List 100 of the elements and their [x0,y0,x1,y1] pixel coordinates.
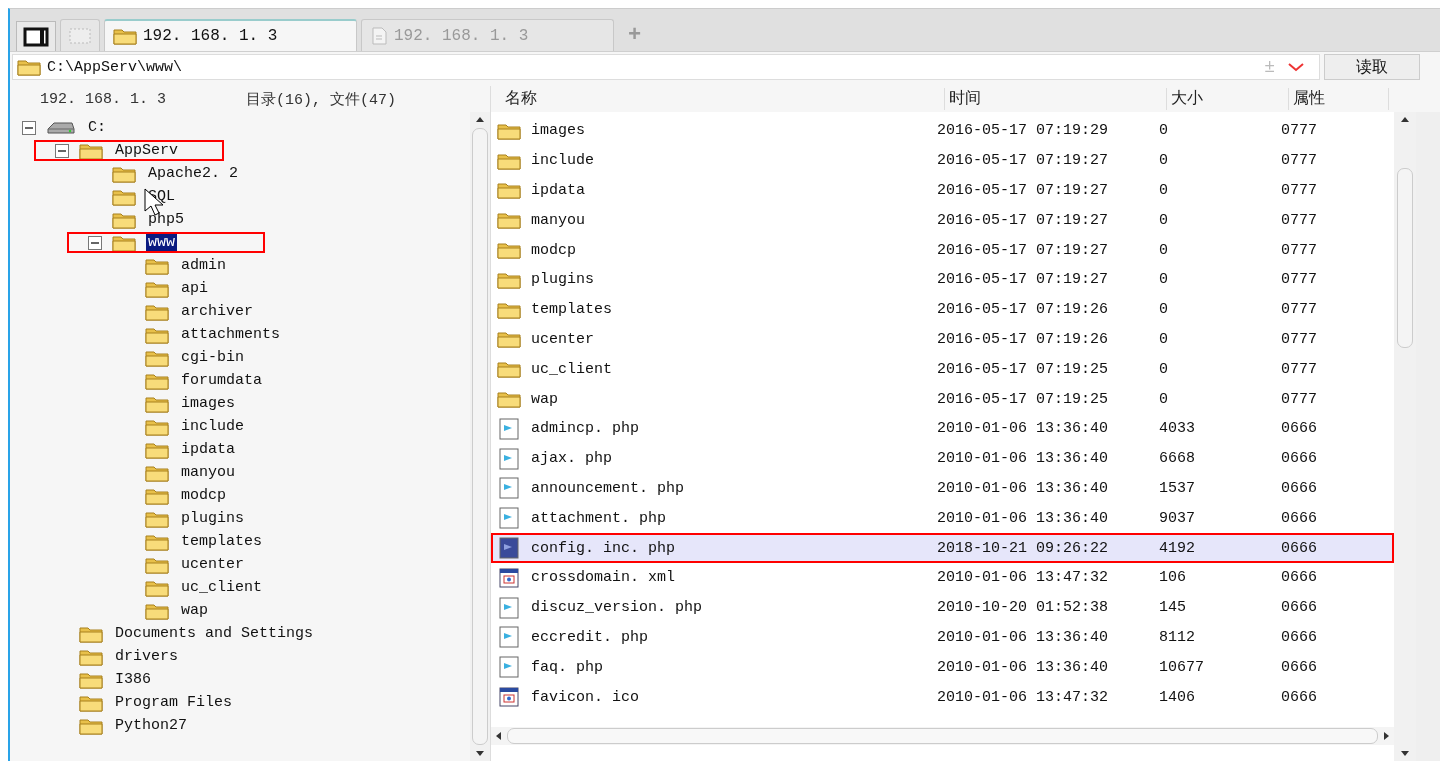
script-file-icon [497,477,521,500]
tree-item[interactable]: plugins [179,510,246,527]
web-file-icon [497,566,521,589]
script-file-icon [497,656,521,679]
file-row[interactable]: manyou 2016-05-17 07:19:27 0 0777 [491,205,1394,236]
address-field[interactable]: C:\AppServ\www\ ± [12,54,1320,80]
file-name: wap [531,390,558,408]
file-name: admincp. php [531,420,640,438]
web-file-icon [497,686,521,709]
file-row[interactable]: favicon. ico 2010-01-06 13:47:32 1406 0666 [491,682,1394,712]
file-size: 106 [1159,569,1187,587]
file-row[interactable]: include 2016-05-17 07:19:27 0 0777 [491,145,1394,176]
tree-item[interactable]: manyou [179,464,237,481]
column-header[interactable]: 属性 [1289,88,1389,110]
script-file-icon [497,596,521,619]
file-name: ipdata [531,182,585,199]
file-row[interactable]: ucenter 2016-05-17 07:19:26 0 0777 [491,324,1394,355]
tree-item[interactable]: C: [86,119,108,136]
tree-item[interactable]: ucenter [179,556,246,573]
scroll-right-icon[interactable] [1382,731,1390,741]
scroll-thumb[interactable] [472,128,488,745]
file-row[interactable]: crossdomain. xml 2010-01-06 13:47:32 106 0666 [491,562,1394,593]
folder-icon [497,360,521,379]
file-row[interactable]: attachment. php 2010-01-06 13:36:40 9037 0666 [491,503,1394,534]
tree-item[interactable]: Program Files [113,694,235,711]
tree-item[interactable]: Documents and Settings [113,625,316,642]
file-size: 1537 [1159,479,1196,497]
file-size: 10677 [1159,658,1205,676]
tree-item[interactable]: api [179,280,210,297]
layout-button[interactable] [16,21,56,51]
collapse-icon[interactable] [88,235,102,250]
tree-item[interactable]: I386 [113,671,153,688]
file-row[interactable]: config. inc. php 2018-10-21 09:26:22 4192 0666 [491,533,1394,563]
folder-icon [145,371,169,390]
tree-item[interactable]: include [179,418,246,435]
file-row[interactable]: faq. php 2010-01-06 13:36:40 10677 0666 [491,652,1394,683]
tree-item[interactable]: AppServ [113,142,180,159]
permissions: 0777 [1281,182,1318,199]
file-size: 8112 [1159,628,1196,646]
file-row[interactable]: eccredit. php 2010-01-06 13:36:40 8112 0666 [491,622,1394,653]
drive-icon [46,119,76,136]
tree-item[interactable]: php5 [146,211,186,228]
dotted-frame-icon [68,26,92,45]
tab[interactable]: 192. 168. 1. 3 [104,19,357,51]
folder-icon [145,532,169,551]
tree-item[interactable]: attachments [179,326,283,343]
scrollbar[interactable] [470,112,490,761]
file-row[interactable]: ajax. php 2010-01-06 13:36:40 6668 0666 [491,443,1394,474]
modified-time: 2010-01-06 13:36:40 [937,450,1110,468]
tree-item[interactable]: cgi-bin [179,349,246,366]
folder-icon [79,624,103,643]
modified-time: 2010-01-06 13:47:32 [937,569,1110,587]
tree-item[interactable]: uc_client [179,579,264,596]
file-row[interactable]: images 2016-05-17 07:19:29 0 0777 [491,116,1394,146]
collapse-icon[interactable] [55,143,69,158]
scroll-thumb[interactable] [1397,168,1413,348]
tree-item[interactable]: templates [179,533,264,550]
column-header[interactable]: 名称 [501,88,945,110]
modified-time: 2016-05-17 07:19:29 [937,122,1110,140]
file-row[interactable]: modcp 2016-05-17 07:19:27 0 0777 [491,235,1394,265]
folder-icon [145,463,169,482]
folder-icon [79,693,103,712]
scroll-left-icon[interactable] [495,731,503,741]
file-name: crossdomain. xml [531,569,676,587]
read-button[interactable]: 读取 [1324,54,1420,80]
file-name: ucenter [531,330,594,348]
tree-item[interactable]: forumdata [179,372,264,389]
tree-item[interactable]: archiver [179,303,255,320]
file-row[interactable]: plugins 2016-05-17 07:19:27 0 0777 [491,265,1394,295]
script-file-icon [497,626,521,649]
permissions: 0777 [1281,152,1318,170]
tree-item[interactable]: admin [179,257,228,274]
file-size: 0 [1159,330,1169,348]
tree-item[interactable]: images [179,395,237,412]
file-name: modcp [531,241,576,259]
tree-item[interactable]: Python27 [113,717,189,734]
modified-time: 2016-05-17 07:19:27 [937,211,1110,229]
file-row[interactable]: admincp. php 2010-01-06 13:36:40 4033 0666 [491,413,1394,444]
file-row[interactable]: ipdata 2016-05-17 07:19:27 0 0777 [491,175,1394,206]
tree-item[interactable]: www [146,234,177,251]
tree-item[interactable]: modcp [179,487,228,504]
tree-item[interactable]: wap [179,602,210,619]
permissions: 0777 [1281,241,1318,259]
folder-icon [112,210,136,229]
file-row[interactable]: uc_client 2016-05-17 07:19:25 0 0777 [491,354,1394,385]
column-header[interactable]: 大小 [1167,88,1289,110]
file-name: templates [531,301,612,319]
tree-item[interactable]: ipdata [179,441,237,458]
file-row[interactable]: templates 2016-05-17 07:19:26 0 0777 [491,294,1394,325]
file-row[interactable]: discuz_version. php 2010-10-20 01:52:38 145 0666 [491,592,1394,623]
chevron-down-icon[interactable] [1287,61,1305,73]
tree-item[interactable]: drivers [113,648,180,665]
column-header[interactable]: 时间 [945,88,1167,110]
tree-item[interactable]: Apache2. 2 [146,165,240,182]
file-row[interactable]: wap 2016-05-17 07:19:25 0 0777 [491,384,1394,414]
scrollbar[interactable] [1394,112,1416,761]
file-row[interactable]: announcement. php 2010-01-06 13:36:40 1537 0666 [491,473,1394,504]
collapse-icon[interactable] [22,120,36,135]
permissions: 0777 [1281,301,1318,319]
modified-time: 2016-05-17 07:19:27 [937,152,1110,170]
